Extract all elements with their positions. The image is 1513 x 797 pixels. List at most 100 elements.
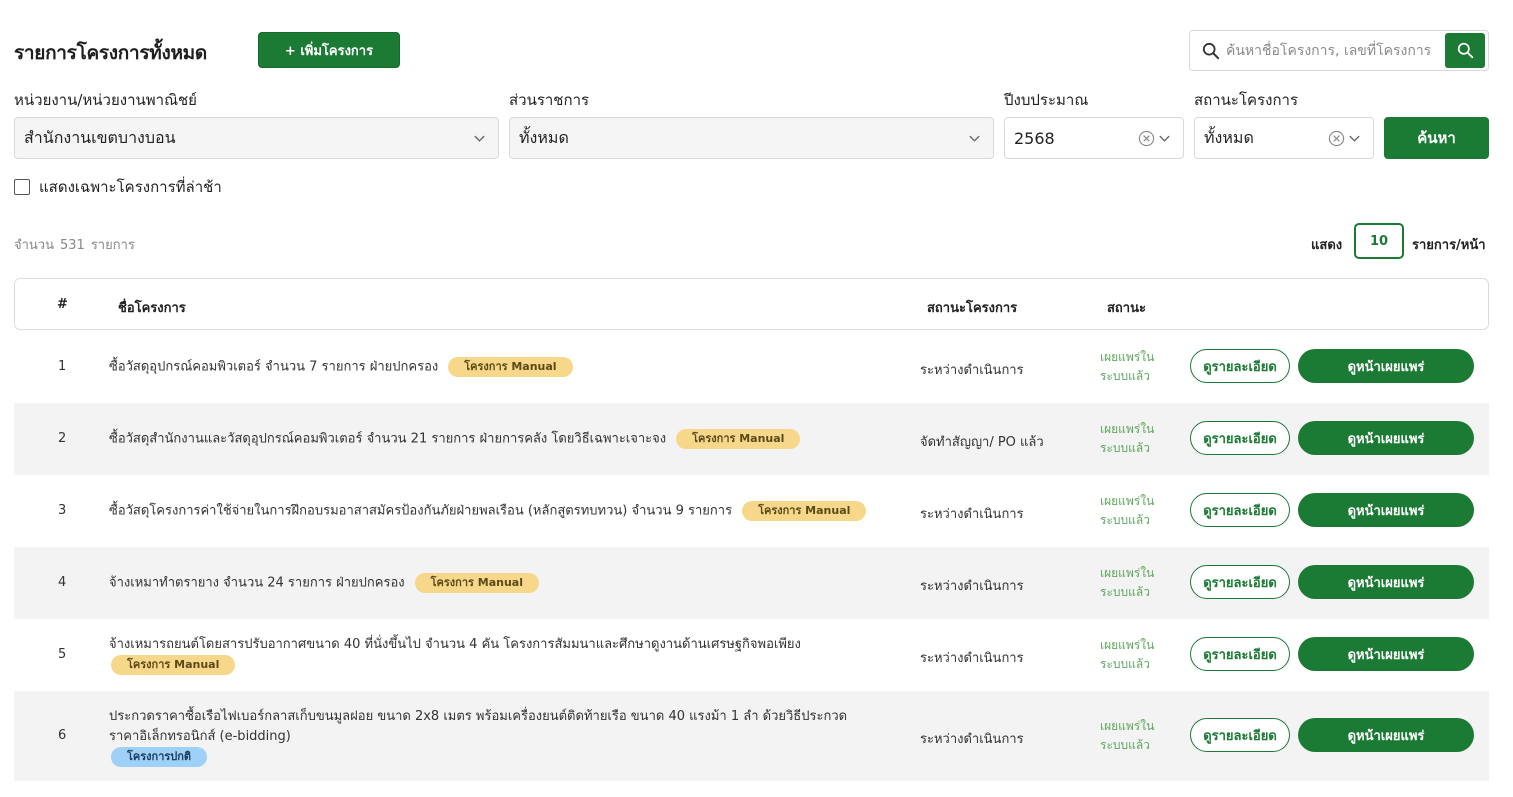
clear-icon[interactable] (1328, 130, 1345, 147)
project-name[interactable]: ซื้อวัสดุอุปกรณ์คอมพิวเตอร์ จำนวน 7 รายก… (109, 357, 573, 378)
publish-status-line2: ระบบแล้ว (1100, 513, 1150, 527)
agency-label: หน่วยงาน/หน่วยงานพาณิชย์ (14, 91, 197, 109)
table-row: 2 ซื้อวัสดุสำนักงานและวัสดุอุปกรณ์คอมพิว… (14, 403, 1489, 475)
row-number: 1 (58, 359, 67, 374)
project-type-tag: โครงการ Manual (676, 429, 801, 449)
view-publish-page-button[interactable]: ดูหน้าเผยแพร่ (1298, 718, 1474, 752)
year-select-value: 2568 (1014, 128, 1055, 148)
search-icon (1457, 42, 1473, 59)
table-header: # ชื่อโครงการ สถานะโครงการ สถานะ (14, 278, 1489, 330)
project-name-text: ซื้อวัสดุโครงการค่าใช้จ่ายในการฝึกอบรมอา… (109, 503, 733, 519)
project-name[interactable]: จ้างเหมาทำตรายาง จำนวน 24 รายการ ฝ่ายปกค… (109, 573, 539, 594)
publish-status-line1: เผยแพร่ใน (1100, 638, 1155, 652)
view-detail-button[interactable]: ดูรายละเอียด (1190, 421, 1290, 455)
project-name-text: จ้างเหมาทำตรายาง จำนวน 24 รายการ ฝ่ายปกค… (109, 575, 405, 591)
view-publish-page-button[interactable]: ดูหน้าเผยแพร่ (1298, 565, 1474, 599)
publish-status-line2: ระบบแล้ว (1100, 585, 1150, 599)
publish-status: เผยแพร่ในระบบแล้ว (1100, 492, 1170, 530)
project-type-tag: โครงการ Manual (742, 501, 867, 521)
project-status-select-value: ทั้งหมด (1204, 127, 1254, 147)
chevron-down-icon (1349, 135, 1360, 142)
chevron-down-icon (969, 135, 980, 142)
publish-status-line2: ระบบแล้ว (1100, 369, 1150, 383)
table-row: 6 ประกวดราคาซื้อเรือไฟเบอร์กลาสเก็บขนมูล… (14, 691, 1489, 781)
publish-status: เผยแพร่ในระบบแล้ว (1100, 564, 1170, 602)
project-status: ระหว่างดำเนินการ (920, 651, 1024, 666)
project-name[interactable]: ซื้อวัสดุสำนักงานและวัสดุอุปกรณ์คอมพิวเต… (109, 429, 801, 450)
project-type-tag: โครงการ Manual (414, 573, 539, 593)
year-select[interactable]: 2568 (1004, 117, 1184, 159)
result-count: จำนวน 531 รายการ (14, 234, 141, 255)
project-status: จัดทำสัญญา/ PO แล้ว (920, 435, 1044, 450)
publish-status: เผยแพร่ใน ระบบแล้ว (1100, 636, 1170, 674)
header-project-status: สถานะโครงการ (927, 301, 1018, 316)
view-publish-page-button[interactable]: ดูหน้าเผยแพร่ (1298, 637, 1474, 671)
project-name-text: ซื้อวัสดุสำนักงานและวัสดุอุปกรณ์คอมพิวเต… (109, 431, 667, 447)
late-only-checkbox[interactable] (14, 179, 30, 195)
add-project-button[interactable]: + เพิ่มโครงการ (258, 32, 400, 68)
project-status: ระหว่างดำเนินการ (920, 507, 1024, 522)
project-name[interactable]: ประกวดราคาซื้อเรือไฟเบอร์กลาสเก็บขนมูลฝอ… (109, 707, 847, 768)
agency-select-value: สำนักงานเขตบางบอน (24, 127, 176, 147)
view-publish-page-button[interactable]: ดูหน้าเผยแพร่ (1298, 349, 1474, 383)
project-name-text-line2: ราคาอิเล็กทรอนิกส์ (e-bidding) (109, 729, 291, 744)
publish-status-line1: เผยแพร่ใน (1100, 422, 1155, 436)
publish-status-line1: เผยแพร่ใน (1100, 566, 1155, 580)
view-detail-button[interactable]: ดูรายละเอียด (1190, 637, 1290, 671)
view-detail-button[interactable]: ดูรายละเอียด (1190, 718, 1290, 752)
search-submit-button[interactable] (1445, 33, 1485, 68)
row-number: 3 (58, 503, 67, 518)
publish-status-line1: เผยแพร่ใน (1100, 350, 1155, 364)
project-type-tag: โครงการ Manual (111, 655, 236, 675)
project-name[interactable]: จ้างเหมารถยนต์โดยสารปรับอากาศขนาด 40 ที่… (109, 635, 801, 676)
view-detail-button[interactable]: ดูรายละเอียด (1190, 349, 1290, 383)
publish-status-line2: ระบบแล้ว (1100, 738, 1150, 752)
row-number: 2 (58, 431, 67, 446)
project-status-select[interactable]: ทั้งหมด (1194, 117, 1374, 159)
table-row: 1 ซื้อวัสดุอุปกรณ์คอมพิวเตอร์ จำนวน 7 รา… (14, 331, 1489, 403)
division-select[interactable]: ทั้งหมด (509, 117, 994, 159)
page-title: รายการโครงการทั้งหมด (14, 42, 207, 64)
search-button[interactable]: ค้นหา (1384, 117, 1489, 159)
project-status: ระหว่างดำเนินการ (920, 363, 1024, 378)
project-name-text: ประกวดราคาซื้อเรือไฟเบอร์กลาสเก็บขนมูลฝอ… (109, 709, 848, 724)
show-label: แสดง (1311, 238, 1343, 253)
publish-status-line1: เผยแพร่ใน (1100, 494, 1155, 508)
header-num: # (57, 297, 68, 312)
table-row: 3 ซื้อวัสดุโครงการค่าใช้จ่ายในการฝึกอบรม… (14, 475, 1489, 547)
per-page-select[interactable]: 10 (1354, 223, 1404, 259)
view-detail-button[interactable]: ดูรายละเอียด (1190, 493, 1290, 527)
publish-status: เผยแพร่ใน ระบบแล้ว (1100, 420, 1170, 458)
year-label: ปีงบประมาณ (1004, 91, 1089, 109)
count-prefix: จำนวน (14, 238, 54, 253)
status-label: สถานะโครงการ (1194, 91, 1299, 109)
search-icon (1202, 42, 1220, 60)
row-number: 6 (58, 728, 67, 743)
late-only-filter[interactable]: แสดงเฉพาะโครงการที่ล่าช้า (14, 175, 222, 199)
view-publish-page-button[interactable]: ดูหน้าเผยแพร่ (1298, 421, 1474, 455)
division-label: ส่วนราชการ (509, 91, 590, 109)
per-page-suffix: รายการ/หน้า (1412, 238, 1486, 253)
row-number: 5 (58, 647, 67, 662)
table-row: 5 จ้างเหมารถยนต์โดยสารปรับอากาศขนาด 40 ท… (14, 619, 1489, 691)
division-select-value: ทั้งหมด (519, 127, 569, 147)
header-status: สถานะ (1107, 301, 1146, 316)
publish-status: เผยแพร่ในระบบแล้ว (1100, 348, 1170, 386)
project-status: ระหว่างดำเนินการ (920, 579, 1024, 594)
clear-icon[interactable] (1138, 130, 1155, 147)
search-box (1189, 30, 1489, 71)
row-number: 4 (58, 575, 67, 590)
project-name[interactable]: ซื้อวัสดุโครงการค่าใช้จ่ายในการฝึกอบรมอา… (109, 501, 867, 522)
publish-status: เผยแพร่ใน ระบบแล้ว (1100, 717, 1170, 755)
project-name-text: จ้างเหมารถยนต์โดยสารปรับอากาศขนาด 40 ที่… (109, 637, 801, 652)
header-name: ชื่อโครงการ (118, 301, 186, 316)
project-name-text: ซื้อวัสดุอุปกรณ์คอมพิวเตอร์ จำนวน 7 รายก… (109, 359, 439, 375)
search-input[interactable] (1226, 39, 1442, 63)
agency-select[interactable]: สำนักงานเขตบางบอน (14, 117, 499, 159)
view-publish-page-button[interactable]: ดูหน้าเผยแพร่ (1298, 493, 1474, 527)
view-detail-button[interactable]: ดูรายละเอียด (1190, 565, 1290, 599)
project-status: ระหว่างดำเนินการ (920, 732, 1024, 747)
count-value: 531 (60, 238, 85, 253)
table-row: 4 จ้างเหมาทำตรายาง จำนวน 24 รายการ ฝ่ายป… (14, 547, 1489, 619)
project-type-tag: โครงการ Manual (448, 357, 573, 377)
